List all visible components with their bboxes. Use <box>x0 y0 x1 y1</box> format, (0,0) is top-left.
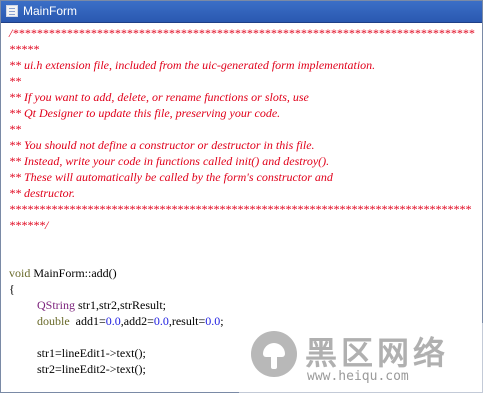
function-signature: void MainForm::add() <box>9 265 117 281</box>
number-literal: 0.0 <box>153 314 169 328</box>
declaration-part: ,result= <box>168 314 206 328</box>
title-bar[interactable]: MainForm <box>1 1 482 23</box>
declaration-double: double add1=0.0,add2=0.0,result=0.0; <box>37 313 224 329</box>
main-form-window: MainForm /******************************… <box>0 0 483 393</box>
comment-line: ***** <box>9 42 39 56</box>
number-literal: 0.0 <box>105 314 121 328</box>
declaration-part: ; <box>220 314 224 328</box>
comment-line: ****************************************… <box>9 202 471 216</box>
comment-line: ** ui.h extension file, included from th… <box>9 58 376 72</box>
declaration-qstring: QString str1,str2,strResult; <box>37 297 166 313</box>
window-title: MainForm <box>23 4 78 18</box>
statement-line: str1=lineEdit1->text(); <box>37 346 146 360</box>
type-qstring: QString <box>37 298 76 312</box>
watermark-url: www.heiqu.com <box>307 369 409 384</box>
comment-line: ** You should not define a constructor o… <box>9 138 315 152</box>
comment-line: ******/ <box>9 218 49 232</box>
comment-line: ** If you want to add, delete, or rename… <box>9 90 309 104</box>
comment-line: ** Qt Designer to update this file, pres… <box>9 106 281 120</box>
watermark: 黑区网络 www.heiqu.com <box>239 323 483 393</box>
type-double: double <box>37 314 70 328</box>
statement-line: str2=lineEdit2->text(); <box>37 362 146 376</box>
declaration-part: ,add2= <box>120 314 154 328</box>
declaration-vars: str1,str2,strResult; <box>75 298 167 312</box>
watermark-name: 黑区网络 <box>305 334 450 372</box>
declaration-part: add1= <box>69 314 106 328</box>
window-icon <box>6 5 18 17</box>
comment-line: /***************************************… <box>9 26 475 40</box>
comment-line: ** destructor. <box>9 186 75 200</box>
comment-line: ** Instead, write your code in functions… <box>9 154 330 168</box>
keyword-void: void <box>9 266 31 280</box>
function-name: MainForm::add() <box>30 266 117 280</box>
mushroom-logo-icon <box>251 331 297 377</box>
comment-line: ** These will automatically be called by… <box>9 170 333 184</box>
open-brace: { <box>9 282 15 296</box>
number-literal: 0.0 <box>205 314 221 328</box>
comment-line: ** <box>9 122 21 136</box>
comment-line: ** <box>9 74 21 88</box>
